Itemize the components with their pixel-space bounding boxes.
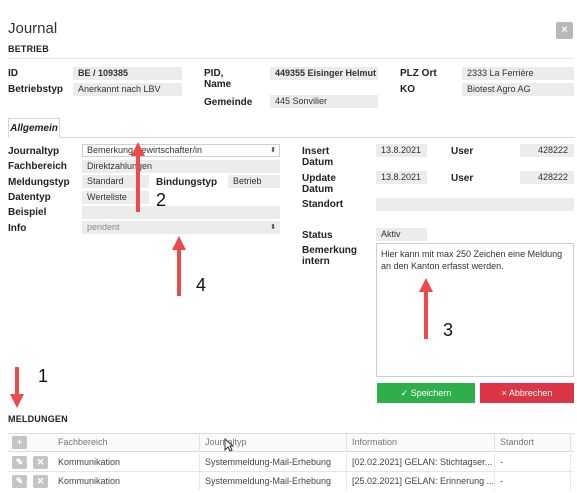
annotation-arrow-3	[424, 291, 428, 339]
column-header-fachbereich[interactable]: Fachbereich	[53, 433, 200, 452]
insert-user-field: 428222	[520, 144, 574, 157]
meldungen-section-title: MELDUNGEN	[8, 414, 68, 424]
label-meldungstyp: Meldungstyp	[8, 177, 70, 188]
label-standort: Standort	[302, 199, 344, 210]
table-cell: -	[495, 454, 571, 471]
cancel-x-icon: ×	[501, 388, 507, 398]
delete-x-icon: ✕	[36, 457, 45, 467]
plus-icon: +	[16, 437, 23, 447]
check-icon: ✓	[400, 388, 409, 398]
betrieb-divider	[8, 58, 574, 59]
annotation-arrow-1-head	[10, 394, 24, 408]
add-button[interactable]: +	[12, 436, 27, 449]
annotation-arrow-1	[15, 367, 19, 395]
table-cell: -	[495, 473, 571, 490]
bindungstyp-field: Betrieb	[228, 175, 280, 188]
table-cell: Kommunikation	[53, 473, 200, 490]
value-id: BE / 109385	[73, 67, 182, 80]
cancel-button[interactable]: × Abbrechen	[480, 383, 574, 403]
label-update-user: User	[451, 173, 474, 184]
value-ko: Biotest Agro AG	[462, 83, 574, 96]
label-betriebstyp: Betriebstyp	[8, 84, 64, 95]
label-update-datum: Update Datum	[302, 173, 336, 195]
standort-field	[376, 198, 574, 211]
annotation-arrow-2-head	[131, 142, 145, 156]
cancel-button-label: Abbrechen	[508, 388, 553, 398]
mouse-cursor-icon	[224, 438, 234, 452]
bemerkung-intern-textarea[interactable]: Hier kann mit max 250 Zeichen eine Meldu…	[376, 243, 574, 377]
annotation-arrow-2	[136, 155, 140, 212]
close-button[interactable]: ×	[556, 22, 573, 39]
label-fachbereich: Fachbereich	[8, 161, 67, 172]
label-info: Info	[8, 223, 27, 234]
column-header-journaltyp[interactable]: Journaltyp	[200, 433, 347, 452]
tab-divider	[8, 137, 574, 138]
annotation-arrow-4-head	[172, 236, 186, 250]
value-pid-name: 449355 Eisinger Helmut	[270, 67, 378, 80]
select-caret-icon: ⬍	[270, 147, 276, 154]
update-datum-field: 13.8.2021	[376, 171, 427, 184]
edit-button[interactable]: ✎	[12, 456, 27, 469]
label-bindungstyp: Bindungstyp	[156, 177, 218, 188]
annotation-arrow-4	[177, 249, 181, 296]
edit-button[interactable]: ✎	[12, 475, 27, 488]
pencil-icon: ✎	[15, 457, 24, 467]
save-button-label: Speichern	[410, 388, 452, 398]
annotation-number-3: 3	[443, 320, 454, 340]
save-button[interactable]: ✓ Speichern	[377, 383, 475, 403]
table-cell: Kommunikation	[53, 454, 200, 471]
label-pid-name: PID, Name	[204, 68, 232, 90]
value-plz-ort: 2333 La Ferrière	[462, 67, 574, 80]
column-header-standort[interactable]: Standort	[495, 433, 571, 452]
close-icon: ×	[561, 24, 568, 36]
label-journaltyp: Journaltyp	[8, 146, 60, 157]
label-datentyp: Datentyp	[8, 192, 51, 203]
value-gemeinde: 445 Sonvilier	[270, 95, 378, 108]
annotation-number-1: 1	[38, 366, 49, 386]
dialog-title: Journal	[8, 20, 58, 37]
delete-button[interactable]: ✕	[33, 475, 48, 488]
update-user-field: 428222	[520, 171, 574, 184]
row-divider	[8, 471, 574, 472]
beispiel-field	[82, 206, 280, 219]
table-cell: [02.02.2021] GELAN: Stichtagser...	[347, 454, 495, 471]
tab-allgemein[interactable]: Allgemein	[8, 118, 60, 138]
delete-button[interactable]: ✕	[33, 456, 48, 469]
info-select[interactable]: pendent ⬍	[82, 221, 280, 234]
table-cell: Systemmeldung-Mail-Erhebung	[200, 473, 347, 490]
select-caret-icon: ⬍	[270, 224, 276, 231]
label-id: ID	[8, 68, 18, 79]
annotation-arrow-3-head	[419, 278, 433, 292]
label-insert-user: User	[451, 146, 474, 157]
label-status: Status	[302, 230, 333, 241]
insert-datum-field: 13.8.2021	[376, 144, 427, 157]
info-value: pendent	[87, 222, 120, 232]
label-gemeinde: Gemeinde	[204, 97, 253, 108]
annotation-number-4: 4	[196, 275, 207, 295]
fachbereich-field: Direktzahlungen	[82, 160, 280, 173]
status-field: Aktiv	[376, 228, 427, 241]
label-bemerkung-intern: Bemerkung intern	[302, 245, 358, 267]
value-betriebstyp: Anerkannt nach LBV	[73, 83, 182, 96]
label-ko: KO	[400, 84, 415, 95]
label-beispiel: Beispiel	[8, 207, 47, 218]
annotation-number-2: 2	[156, 190, 167, 210]
pencil-icon: ✎	[15, 476, 24, 486]
label-plz-ort: PLZ Ort	[400, 68, 437, 79]
column-header-information[interactable]: Information	[347, 433, 495, 452]
journaltyp-select[interactable]: Bemerkung Bewirtschafter/in ⬍	[82, 144, 280, 157]
delete-x-icon: ✕	[36, 476, 45, 486]
label-insert-datum: Insert Datum	[302, 146, 334, 168]
table-cell: Systemmeldung-Mail-Erhebung	[200, 454, 347, 471]
betrieb-section-title: BETRIEB	[8, 44, 49, 54]
table-cell: [25.02.2021] GELAN: Erinnerung ...	[347, 473, 495, 490]
